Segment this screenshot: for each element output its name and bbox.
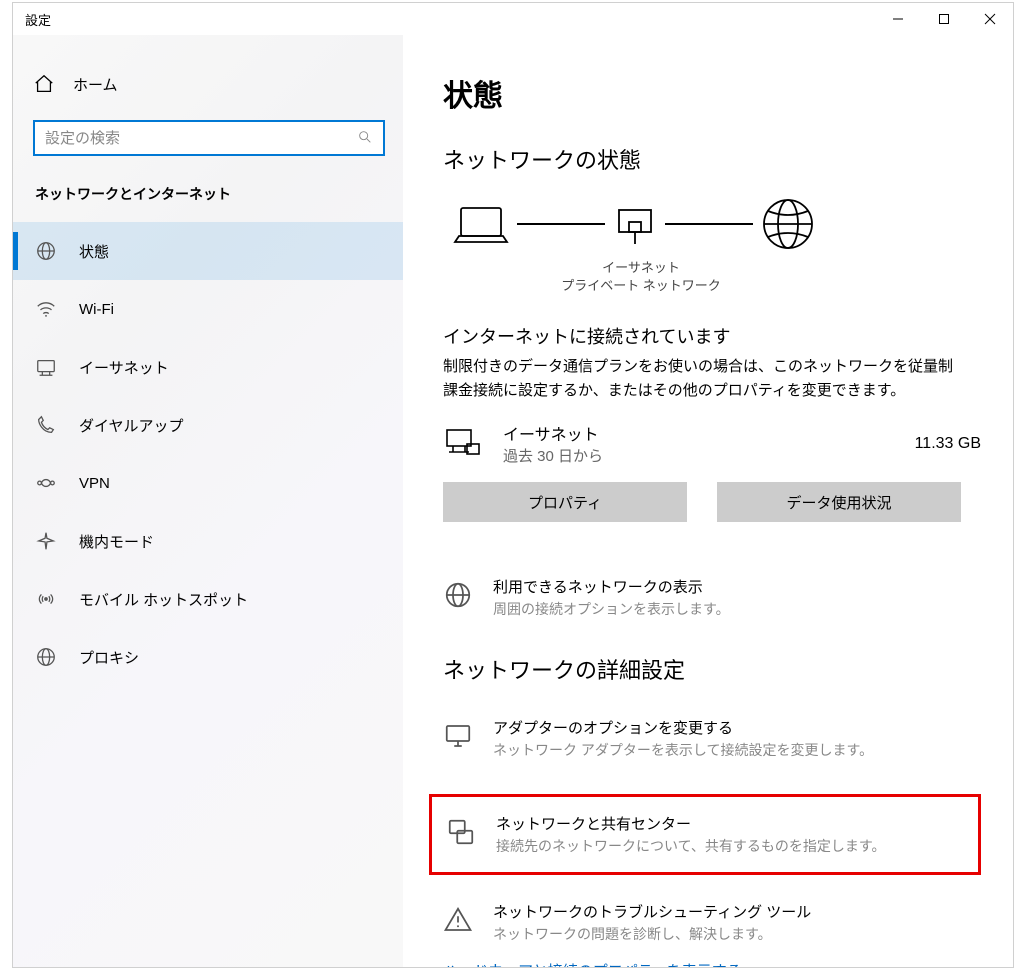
section-status: ネットワークの状態 (443, 143, 981, 175)
data-usage-button[interactable]: データ使用状況 (717, 482, 961, 522)
content-area: 状態 ネットワークの状態 イーサネット プライベート ネットワーク インターネッ… (403, 35, 1013, 967)
warning-icon (443, 905, 473, 935)
home-nav[interactable]: ホーム (13, 63, 403, 105)
titlebar: 設定 (13, 3, 1013, 35)
nav-dialup[interactable]: ダイヤルアップ (13, 396, 403, 454)
monitor-icon (443, 721, 473, 751)
home-icon (33, 73, 55, 95)
category-title: ネットワークとインターネット (13, 184, 403, 222)
link-available-networks[interactable]: 利用できるネットワークの表示 周囲の接続オプションを表示します。 (443, 570, 981, 625)
wifi-icon (35, 298, 57, 320)
network-diagram (451, 195, 981, 253)
link-troubleshoot[interactable]: ネットワークのトラブルシューティング ツール ネットワークの問題を診断し、解決し… (443, 895, 981, 950)
internet-globe-icon (759, 195, 817, 253)
nav-vpn[interactable]: VPN (13, 454, 403, 512)
router-icon (611, 200, 659, 248)
connected-body: 制限付きのデータ通信プランをお使いの場合は、このネットワークを従量制課金接続に設… (443, 355, 963, 403)
nav-status[interactable]: 状態 (13, 222, 403, 280)
connected-heading: インターネットに接続されています (443, 323, 981, 349)
search-icon (357, 129, 373, 148)
link-sharing-center[interactable]: ネットワークと共有センター 接続先のネットワークについて、共有するものを指定しま… (446, 807, 964, 862)
nav-wifi[interactable]: Wi-Fi (13, 280, 403, 338)
minimize-button[interactable] (875, 3, 921, 35)
window-title: 設定 (25, 10, 875, 29)
globe-icon (35, 240, 57, 262)
nav-ethernet[interactable]: イーサネット (13, 338, 403, 396)
vpn-icon (35, 472, 57, 494)
search-box[interactable] (33, 120, 385, 156)
maximize-button[interactable] (921, 3, 967, 35)
connection-size: 11.33 GB (915, 435, 981, 453)
nav-airplane[interactable]: 機内モード (13, 512, 403, 570)
globe-small-icon (443, 580, 473, 610)
settings-window: 設定 ホーム (12, 2, 1014, 968)
sharing-icon (446, 817, 476, 847)
highlighted-sharing-center: ネットワークと共有センター 接続先のネットワークについて、共有するものを指定しま… (429, 794, 981, 875)
properties-button[interactable]: プロパティ (443, 482, 687, 522)
page-title: 状態 (443, 71, 981, 115)
dialup-icon (35, 414, 57, 436)
close-button[interactable] (967, 3, 1013, 35)
nav-proxy[interactable]: プロキシ (13, 628, 403, 686)
nav-hotspot[interactable]: モバイル ホットスポット (13, 570, 403, 628)
diagram-labels: イーサネット プライベート ネットワーク (451, 259, 831, 295)
link-adapter-options[interactable]: アダプターのオプションを変更する ネットワーク アダプターを表示して接続設定を変… (443, 711, 981, 766)
ethernet-icon (35, 356, 57, 378)
search-input[interactable] (45, 130, 357, 147)
link-hardware-properties[interactable]: ハードウェアと接続のプロパティを表示する (443, 960, 981, 967)
section-advanced: ネットワークの詳細設定 (443, 653, 981, 685)
proxy-icon (35, 646, 57, 668)
ethernet-inline-icon (443, 424, 483, 464)
hotspot-icon (35, 588, 57, 610)
connection-info: イーサネット 過去 30 日から 11.33 GB (443, 421, 981, 466)
laptop-icon (451, 200, 511, 248)
home-label: ホーム (73, 74, 118, 95)
sidebar: ホーム ネットワークとインターネット 状態 (13, 35, 403, 967)
airplane-icon (35, 530, 57, 552)
